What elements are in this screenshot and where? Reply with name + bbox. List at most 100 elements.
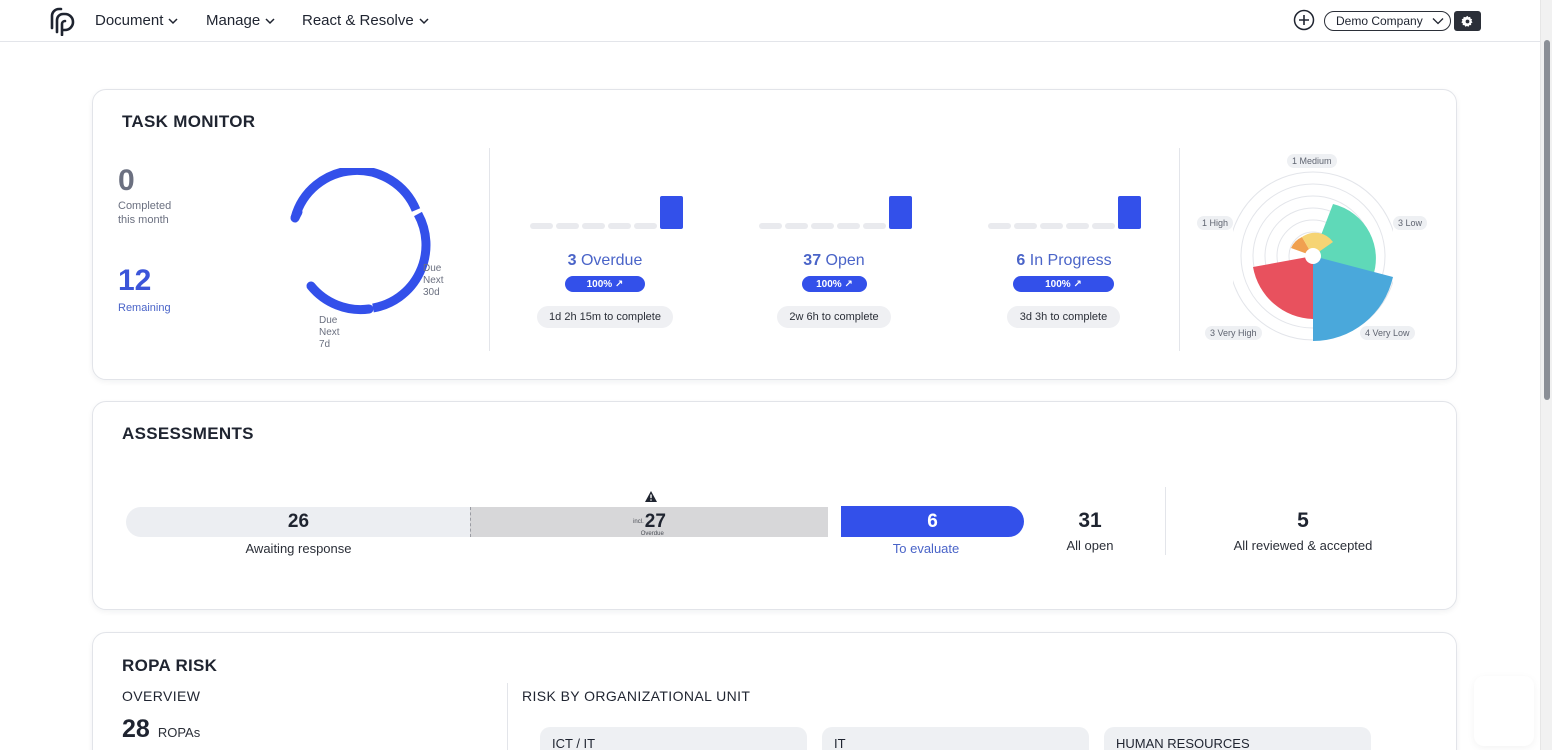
floating-help-widget[interactable] xyxy=(1474,676,1534,746)
top-nav-bar: Document Manage React & Resolve Demo Com… xyxy=(0,0,1540,42)
unit-card-human-resources[interactable]: HUMAN RESOURCES xyxy=(1104,727,1371,750)
completed-count: 0 xyxy=(118,164,135,197)
mini-bar xyxy=(634,223,657,229)
nav-manage[interactable]: Manage xyxy=(206,12,276,29)
to-evaluate-count: 6 xyxy=(927,510,938,532)
open-label: Open xyxy=(825,252,865,269)
awaiting-response-bar[interactable]: 26 xyxy=(126,507,471,537)
overdue-count: 3 xyxy=(567,252,577,269)
radar-label-low: 3 Low xyxy=(1393,216,1428,230)
all-open-label: All open xyxy=(1066,538,1114,553)
unit-card-label: IT xyxy=(834,736,846,750)
polar-segment-very-high xyxy=(1253,256,1313,319)
reviewed-count: 5 xyxy=(1297,509,1309,532)
mini-bar xyxy=(863,223,886,229)
completed-label: Completed this month xyxy=(118,199,171,227)
nav-document[interactable]: Document xyxy=(95,12,179,29)
ring-label-30d: Due Next 30d xyxy=(423,263,444,299)
chevron-down-icon xyxy=(265,17,275,24)
assessments-card: ASSESSMENTS 26 Awaiting response incl. 2… xyxy=(92,401,1457,610)
task-monitor-card: TASK MONITOR 0 Completed this month 12 R… xyxy=(92,89,1457,380)
ropa-risk-title: ROPA RISK xyxy=(122,656,218,675)
ring-segment-30d-lower xyxy=(372,211,431,313)
overdue-suffix: Overdue xyxy=(640,531,664,537)
mini-bar xyxy=(837,223,860,229)
divider xyxy=(507,683,508,750)
ring-segment-7d xyxy=(306,281,374,315)
overdue-title: 3 Overdue xyxy=(525,252,685,270)
nav-document-label: Document xyxy=(95,12,164,29)
nav-manage-label: Manage xyxy=(206,12,261,29)
mini-bar xyxy=(1092,223,1115,229)
unit-card-it[interactable]: IT xyxy=(822,727,1089,750)
due-ring-chart xyxy=(290,168,431,315)
mini-bar xyxy=(988,223,1011,229)
open-pct-badge: 100% ↗ xyxy=(802,276,867,292)
ropa-count: 28 ROPAs xyxy=(122,715,200,744)
divider xyxy=(1179,148,1180,351)
chevron-down-icon xyxy=(168,17,178,24)
ring-segment-30d xyxy=(290,168,421,220)
risk-by-unit-heading: RISK BY ORGANIZATIONAL UNIT xyxy=(522,688,751,704)
ring-label-30d-line-3: 30d xyxy=(423,287,440,298)
overdue-assessments-count: 27 xyxy=(644,511,666,532)
radar-label-very-low: 4 Very Low xyxy=(1360,326,1415,340)
overdue-pct-badge: 100% ↗ xyxy=(565,276,645,292)
page-scrollbar[interactable] xyxy=(1540,0,1552,750)
in-progress-time-pill: 3d 3h to complete xyxy=(1007,306,1120,328)
in-progress-count: 6 xyxy=(1016,252,1026,269)
unit-card-label: ICT / IT xyxy=(552,736,596,750)
add-circle-icon[interactable] xyxy=(1293,9,1315,31)
task-monitor-title: TASK MONITOR xyxy=(122,112,256,131)
overdue-time-pill: 1d 2h 15m to complete xyxy=(537,306,673,328)
unit-card-label: HUMAN RESOURCES xyxy=(1116,736,1250,750)
mini-bar-active xyxy=(889,196,912,229)
all-open-count: 31 xyxy=(1078,509,1102,532)
awaiting-response-count: 26 xyxy=(287,511,310,532)
chevron-down-icon xyxy=(419,17,429,24)
mini-bar xyxy=(582,223,605,229)
mini-bar xyxy=(1066,223,1089,229)
ropa-overview-heading: OVERVIEW xyxy=(122,688,201,704)
completed-label-line-1: Completed xyxy=(118,200,172,212)
nav-react-resolve[interactable]: React & Resolve xyxy=(302,12,430,29)
awaiting-response-label: Awaiting response xyxy=(245,541,352,556)
mini-bar xyxy=(1014,223,1037,229)
mini-bar xyxy=(556,223,579,229)
unit-card-ict-it[interactable]: ICT / IT xyxy=(540,727,807,750)
ropa-count-value: 28 xyxy=(122,715,150,743)
chevron-down-icon xyxy=(1432,18,1444,25)
ring-label-7d: Due Next 7d xyxy=(319,315,340,351)
ring-label-7d-line-3: 7d xyxy=(319,339,331,350)
radar-label-high: 1 High xyxy=(1197,216,1234,230)
ring-label-7d-line-2: Next xyxy=(319,327,340,338)
reviewed-label: All reviewed & accepted xyxy=(1233,538,1373,553)
divider xyxy=(489,148,490,351)
gear-icon xyxy=(1461,15,1473,27)
settings-button[interactable] xyxy=(1454,11,1481,31)
to-evaluate-label[interactable]: To evaluate xyxy=(841,541,1011,556)
ring-label-30d-line-2: Next xyxy=(423,275,444,286)
open-time-pill: 2w 6h to complete xyxy=(777,306,891,328)
ring-label-7d-line-1: Due xyxy=(319,315,338,326)
to-evaluate-bar[interactable]: 6 xyxy=(841,506,1024,537)
mini-bar xyxy=(759,223,782,229)
assessments-title: ASSESSMENTS xyxy=(122,424,254,443)
app-logo-icon[interactable] xyxy=(48,6,78,36)
overdue-assessments-bar[interactable]: incl. 27 Overdue xyxy=(470,507,828,537)
ring-label-30d-line-1: Due xyxy=(423,263,442,274)
warning-icon xyxy=(645,491,657,502)
open-count: 37 xyxy=(803,252,822,269)
remaining-label: Remaining xyxy=(118,302,171,314)
mini-bar xyxy=(530,223,553,229)
ropa-count-label: ROPAs xyxy=(157,725,201,740)
completed-label-line-2: this month xyxy=(118,214,169,226)
radar-label-very-high: 3 Very High xyxy=(1205,326,1262,340)
overdue-prefix: incl. xyxy=(633,519,644,525)
scrollbar-thumb[interactable] xyxy=(1544,40,1550,400)
mini-bar-active xyxy=(660,196,683,229)
company-select[interactable]: Demo Company xyxy=(1324,11,1451,31)
risk-polar-chart xyxy=(1233,171,1393,341)
mini-bar xyxy=(785,223,808,229)
in-progress-title: 6 In Progress xyxy=(984,252,1144,270)
